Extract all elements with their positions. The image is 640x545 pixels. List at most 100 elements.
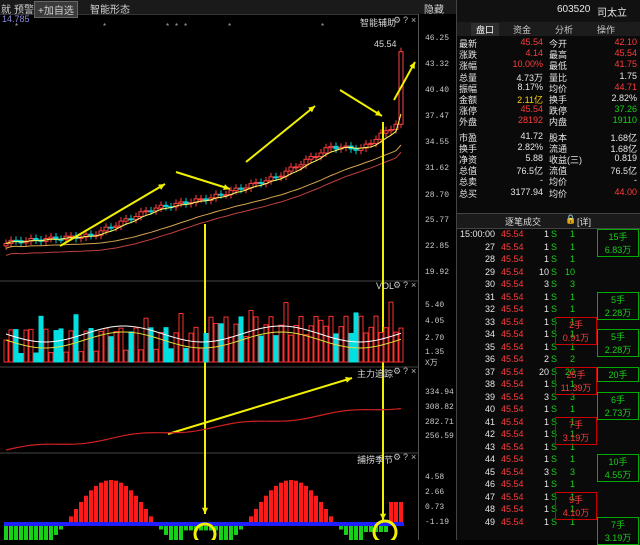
- quote-label: 均价: [549, 188, 568, 199]
- transaction-row: 15:00:00 45.54 1 S 1: [457, 229, 575, 241]
- quote-value: 37.26: [614, 104, 637, 115]
- axis-label: 4.58: [425, 473, 445, 482]
- close-icon[interactable]: ×: [411, 366, 416, 376]
- tx-volume: 3: [543, 391, 549, 402]
- block-count: 10手: [608, 457, 628, 467]
- tx-side: S: [551, 354, 558, 364]
- axis-label: 1.35: [425, 348, 445, 357]
- tx-time: 40: [484, 404, 495, 414]
- tx-side: S: [551, 304, 558, 314]
- transaction-row: 46 45.54 1 S 1: [457, 479, 575, 491]
- tx-time: 15:00:00: [459, 229, 495, 239]
- season-bar: [144, 508, 148, 524]
- tab-analysis[interactable]: 分析: [555, 23, 573, 36]
- tx-price: 45.54: [501, 379, 524, 389]
- gear-icon[interactable]: ⚙: [393, 452, 401, 463]
- candle: [318, 152, 324, 158]
- event-marker: *: [103, 22, 106, 31]
- chart-area[interactable]: * * * * * * * 14.785 智能辅助 ⚙ ? × 45.54 VOL ⚙ ? …: [0, 14, 418, 545]
- help-icon[interactable]: ?: [403, 366, 408, 376]
- tx-price: 45.54: [501, 504, 524, 514]
- quote-value: 45.54: [520, 37, 543, 47]
- quote-label: 总买: [459, 188, 478, 199]
- season-bar: [79, 502, 83, 524]
- details-link[interactable]: [详]: [577, 215, 591, 228]
- close-icon[interactable]: ×: [411, 280, 416, 290]
- volume-bar: [343, 315, 349, 363]
- close-icon[interactable]: ×: [411, 15, 416, 25]
- lock-icon[interactable]: 🔒: [565, 214, 576, 225]
- transaction-row: 30 45.54 3 S 3: [457, 279, 575, 291]
- tx-price: 45.54: [501, 291, 524, 302]
- tx-volume2: 1: [569, 241, 575, 252]
- candle: [128, 218, 134, 221]
- axis-label: 34.55: [425, 138, 450, 147]
- quote-value: 2.82%: [611, 93, 637, 103]
- volume-bar: [168, 348, 174, 363]
- help-icon[interactable]: ?: [403, 15, 408, 25]
- season-bar: [29, 524, 33, 545]
- quote-value: 28192: [517, 115, 543, 126]
- left-readout: 14.785: [2, 14, 30, 24]
- volume-bar: [353, 312, 359, 363]
- block-amount: 6.83万: [604, 245, 632, 255]
- candle: [258, 181, 264, 185]
- candle: [278, 175, 284, 178]
- tab-quote[interactable]: 盘口: [471, 23, 500, 36]
- help-icon[interactable]: ?: [403, 452, 408, 462]
- volume-bar: [328, 315, 334, 363]
- annotation-arrowhead: [223, 184, 230, 191]
- close-icon[interactable]: ×: [411, 452, 416, 462]
- transactions-title: 逐笔成交: [505, 217, 542, 227]
- tab-funds[interactable]: 资金: [513, 23, 531, 36]
- axis-label: 282.71: [425, 418, 454, 427]
- quote-value: -: [634, 175, 637, 186]
- volume-bar: [193, 326, 199, 363]
- quote-value: 4.14: [525, 48, 543, 59]
- volume-bar: [88, 328, 94, 363]
- tracking-panel-title: 主力追踪: [357, 369, 394, 379]
- tx-price: 45.54: [501, 304, 524, 314]
- gear-icon[interactable]: ⚙: [393, 15, 401, 26]
- aggregated-trade-block: 2手 0.91万: [555, 316, 597, 345]
- tx-volume: 3: [543, 466, 549, 477]
- gear-icon[interactable]: ⚙: [393, 280, 401, 291]
- candle: [33, 237, 39, 241]
- season-bar: [319, 502, 323, 524]
- tab-operate[interactable]: 操作: [597, 23, 615, 36]
- volume-bar: [138, 349, 144, 363]
- tx-price: 45.54: [501, 329, 524, 339]
- price-axis: 46.25 43.32 40.40 37.47 34.55 31.62 28.7…: [418, 14, 457, 540]
- transaction-row: 32 45.54 1 S 1: [457, 304, 575, 316]
- block-amount: 3.19万: [604, 532, 632, 543]
- gear-icon[interactable]: ⚙: [393, 366, 401, 377]
- volume-bar: [253, 316, 259, 363]
- volume-bar: [208, 316, 214, 363]
- block-amount: 11.39万: [560, 382, 592, 393]
- volume-bar: [293, 324, 299, 363]
- annotation-arrowhead: [379, 513, 387, 520]
- volume-bar: [273, 335, 279, 363]
- season-bar: [9, 524, 13, 545]
- help-icon[interactable]: ?: [403, 280, 408, 290]
- season-bar: [89, 490, 93, 524]
- tx-volume: 1: [543, 504, 549, 514]
- quote-value: 19110: [612, 115, 637, 126]
- season-bar: [224, 524, 228, 545]
- aggregated-trade-block: 10手 4.55万: [597, 454, 639, 482]
- candle: [138, 211, 144, 218]
- tx-volume: 2: [543, 354, 549, 364]
- tx-price: 45.54: [501, 429, 524, 439]
- tx-time: 46: [484, 479, 495, 489]
- tx-time: 42: [484, 429, 495, 439]
- season-bar: [84, 495, 88, 524]
- axis-label: 4.05: [425, 317, 445, 326]
- block-count: 25手: [566, 369, 586, 380]
- candle: [103, 226, 109, 232]
- candle: [233, 187, 239, 192]
- volume-bar: [258, 335, 264, 363]
- tx-price: 45.54: [501, 316, 524, 327]
- season-bar: [179, 524, 183, 545]
- quote-row: 振幅 8.17% 均价 44.71: [457, 82, 640, 94]
- tx-price: 45.54: [501, 466, 524, 477]
